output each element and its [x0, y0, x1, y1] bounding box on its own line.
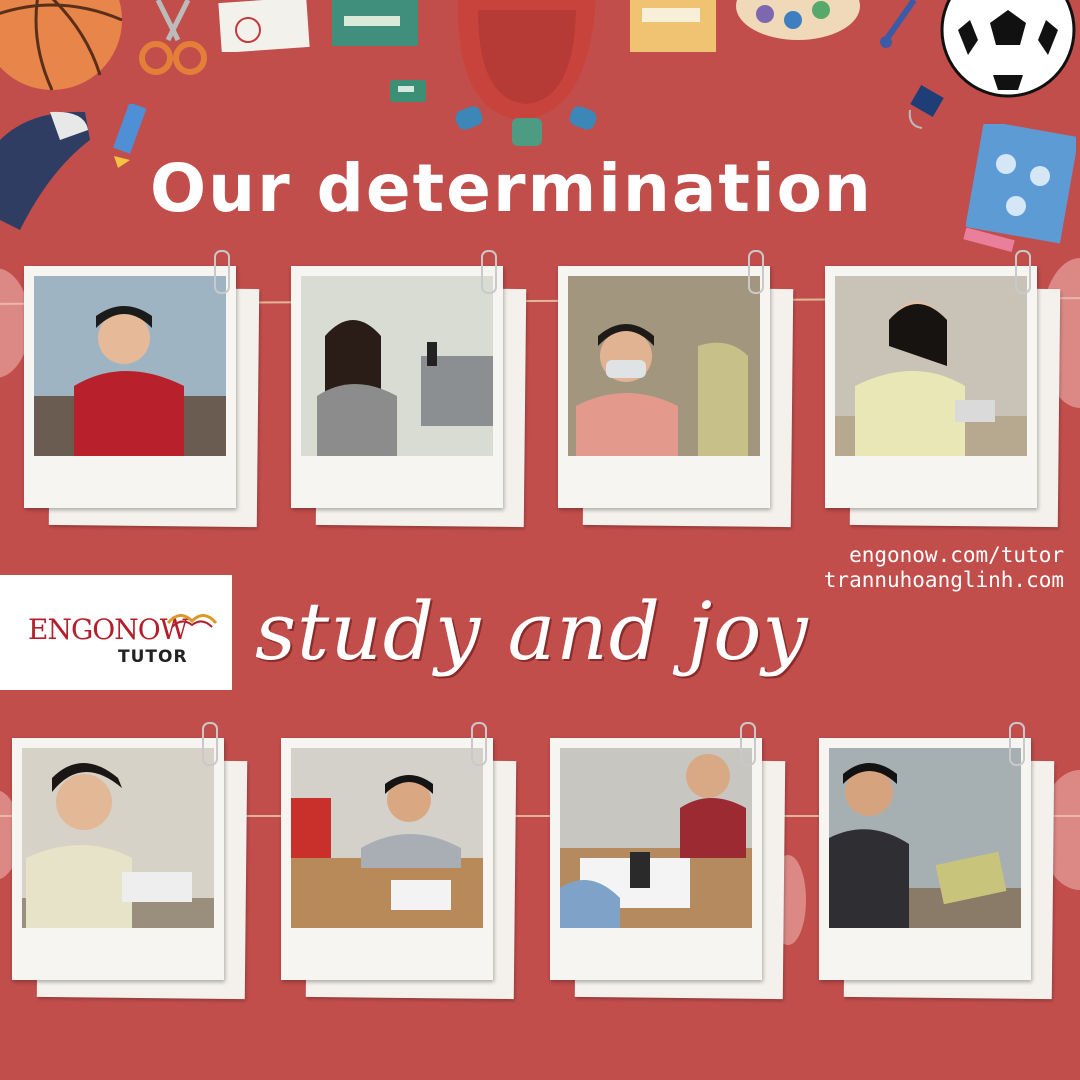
paperclip-icon — [481, 250, 497, 294]
website-links: engonow.com/tutor trannuhoanglinh.com — [824, 543, 1064, 593]
compass-icon — [880, 0, 917, 48]
photo-card — [550, 722, 786, 1000]
student-photo — [34, 276, 226, 456]
photo-card — [24, 250, 260, 528]
student-photo — [835, 276, 1027, 456]
photo-card — [291, 250, 527, 528]
paperclip-icon — [202, 722, 218, 766]
paperclip-icon — [748, 250, 764, 294]
photo-card-front — [291, 266, 503, 508]
photo-card — [825, 250, 1061, 528]
photo-card-front — [550, 738, 762, 980]
binder-clip-icon — [908, 84, 944, 129]
photo-card — [819, 722, 1055, 1000]
sharpener-icon — [390, 80, 426, 102]
photo-card-front — [12, 738, 224, 980]
photo-card-front — [819, 738, 1031, 980]
student-photo — [829, 748, 1021, 928]
soccer-ball-icon — [940, 0, 1076, 98]
paint-palette-icon — [736, 0, 860, 40]
photo-card-front — [558, 266, 770, 508]
open-book-icon — [166, 614, 218, 628]
logo-subtitle: TUTOR — [118, 647, 188, 667]
crayon-icon — [963, 228, 1015, 253]
link-trannuhoanglinh[interactable]: trannuhoanglinh.com — [824, 568, 1064, 593]
backpack-icon — [455, 0, 597, 146]
paperclip-icon — [214, 250, 230, 294]
paperclip-icon — [471, 722, 487, 766]
student-photo — [560, 748, 752, 928]
link-engonow[interactable]: engonow.com/tutor — [824, 543, 1064, 568]
engonow-logo: ENGONOW TUTOR — [0, 575, 232, 690]
scissors-icon — [139, 0, 207, 75]
highlighter-icon — [113, 104, 147, 168]
paperclip-icon — [1015, 250, 1031, 294]
poster-canvas: Our determination engonow.com/tutor tran… — [0, 0, 1080, 1080]
photo-card — [558, 250, 794, 528]
photo-card-front — [825, 266, 1037, 508]
graded-paper-icon — [218, 0, 310, 52]
basketball-icon — [0, 0, 123, 91]
photo-card-front — [24, 266, 236, 508]
logo-wordmark: ENGONOW — [28, 613, 188, 646]
student-photo — [291, 748, 483, 928]
photo-card — [12, 722, 248, 1000]
student-photo — [22, 748, 214, 928]
poster-title: Our determination — [150, 150, 873, 227]
paperclip-icon — [740, 722, 756, 766]
paperclip-icon — [1009, 722, 1025, 766]
notebook-yellow-icon — [630, 0, 716, 52]
student-photo — [301, 276, 493, 456]
poster-subtitle: study and joy — [255, 585, 809, 678]
notebook-green-icon — [332, 0, 418, 46]
sneaker-icon — [0, 111, 90, 230]
photo-card-front — [281, 738, 493, 980]
student-photo — [568, 276, 760, 456]
photo-card — [281, 722, 517, 1000]
patterned-notebook-icon — [966, 124, 1076, 244]
